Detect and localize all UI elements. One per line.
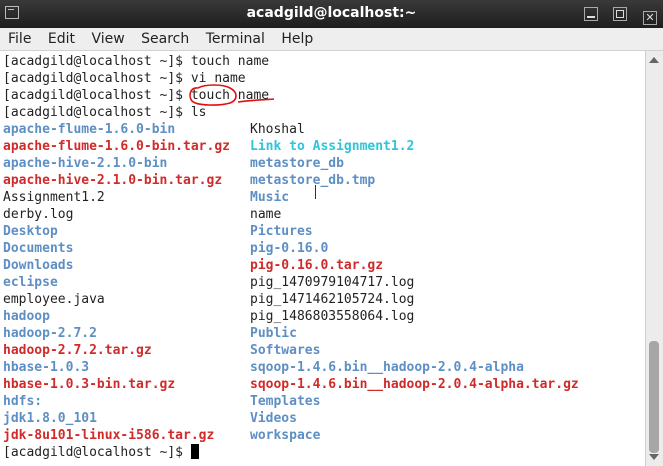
menu-bar: File Edit View Search Terminal Help [0,28,663,51]
scroll-down-icon[interactable] [649,454,659,460]
ls-entry: pig-0.16.0.tar.gz [250,258,384,273]
red-annotation [189,84,275,106]
ls-entry: jdk-8u101-linux-i586.tar.gz [3,428,215,443]
ls-entry: Assignment1.2 [3,190,105,205]
ls-entry: apache-hive-2.1.0-bin [3,156,168,171]
ls-entry: pig_1471462105724.log [250,292,415,307]
annotation-underline [237,98,275,103]
command-line: [acadgild@localhost ~]$ ls [3,104,207,121]
scroll-up-icon[interactable] [649,57,659,63]
menu-file[interactable]: File [4,28,35,47]
ls-entry: pig_1470979104717.log [250,275,415,290]
ls-entry: pig-0.16.0 [250,241,329,256]
menu-view[interactable]: View [87,28,128,47]
close-icon[interactable]: ✕ [643,11,657,25]
prompt: [acadgild@localhost ~]$ [3,445,191,460]
menu-edit[interactable]: Edit [44,28,79,47]
terminal-area[interactable]: [acadgild@localhost ~]$ touch name [acad… [0,51,645,466]
ls-entry: Videos [250,411,297,426]
ls-entry: apache-flume-1.6.0-bin [3,122,176,137]
menu-help[interactable]: Help [277,28,317,47]
annotation-circle [189,84,237,106]
command-line: [acadgild@localhost ~]$ [3,444,199,461]
prompt: [acadgild@localhost ~]$ [3,105,191,120]
ls-entry: apache-flume-1.6.0-bin.tar.gz [3,139,230,154]
ls-entry: derby.log [3,207,74,222]
command-line: [acadgild@localhost ~]$ touch name [3,53,269,70]
ls-entry: Music [250,190,290,205]
ls-entry: Softwares [250,343,321,358]
ls-entry: name [250,207,282,222]
maximize-icon[interactable] [613,7,628,21]
ls-entry: pig_1486803558064.log [250,309,415,324]
ls-entry: hadoop [3,309,50,324]
ls-entry: hadoop-2.7.2 [3,326,97,341]
ls-entry: Link to Assignment1.2 [250,139,415,154]
ls-entry: metastore_db.tmp [250,173,376,188]
vertical-scrollbar[interactable] [645,51,663,466]
prompt: [acadgild@localhost ~]$ [3,54,191,69]
ls-entry: eclipse [3,275,58,290]
ls-entry: Documents [3,241,74,256]
command-text: touch name [190,54,270,69]
ls-entry: Khoshal [250,122,305,137]
ls-entry: sqoop-1.4.6.bin__hadoop-2.0.4-alpha [250,360,524,375]
window-title: acadgild@localhost:~ [246,5,417,21]
minimize-icon[interactable] [583,7,598,21]
mouse-ibeam-cursor [315,185,318,199]
ls-entry: hdfs: [3,394,43,409]
ls-entry: hadoop-2.7.2.tar.gz [3,343,152,358]
window-controls: ✕ [578,6,657,25]
menu-search[interactable]: Search [137,28,193,47]
scroll-thumb[interactable] [649,341,659,453]
ls-entry: employee.java [3,292,105,307]
ls-entry: jdk1.8.0_101 [3,411,97,426]
ls-entry: Downloads [3,258,74,273]
ls-entry: Desktop [3,224,58,239]
ls-entry: Public [250,326,297,341]
ls-entry: sqoop-1.4.6.bin__hadoop-2.0.4-alpha.tar.… [250,377,579,392]
ls-entry: hbase-1.0.3 [3,360,90,375]
ls-entry: metastore_db [250,156,344,171]
ls-entry: workspace [250,428,321,443]
prompt: [acadgild@localhost ~]$ [3,88,191,103]
window-titlebar[interactable]: acadgild@localhost:~ ✕ [0,0,663,28]
menu-terminal[interactable]: Terminal [202,28,269,47]
prompt: [acadgild@localhost ~]$ [3,71,191,86]
ls-entry: Pictures [250,224,313,239]
text-cursor [190,444,199,459]
ls-entry: Templates [250,394,321,409]
ls-entry: apache-hive-2.1.0-bin.tar.gz [3,173,223,188]
ls-entry: hbase-1.0.3-bin.tar.gz [3,377,176,392]
